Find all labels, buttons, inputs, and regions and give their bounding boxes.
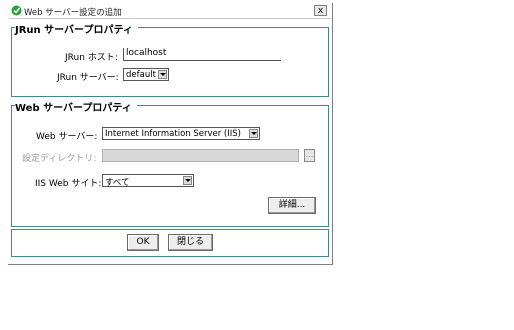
ok-button-label: OK (136, 237, 150, 247)
jrun-host-label: JRun ホスト: (65, 53, 118, 63)
close-icon: x (317, 6, 324, 16)
config-directory-input[interactable] (102, 149, 299, 162)
chevron-down-icon[interactable] (158, 70, 167, 79)
close-button[interactable]: x (314, 5, 327, 16)
web-server-value: Internet Information Server (IIS) (105, 129, 241, 139)
dialog-button-bar: OK 閉じる (11, 229, 329, 257)
details-button-label: 詳細... (278, 200, 306, 210)
web-group-legend: Web サーバープロパティ (15, 99, 137, 114)
iis-website-select[interactable]: すべて (102, 174, 194, 188)
iis-website-label: IIS Web サイト: (35, 179, 102, 189)
close-dialog-button-label: 閉じる (176, 237, 204, 247)
web-server-label: Web サーバー: (36, 132, 98, 142)
jrun-group-legend: JRun サーバープロパティ (15, 21, 138, 36)
details-button[interactable]: 詳細... (268, 197, 316, 214)
web-server-properties-group: Web サーバープロパティ Web サーバー: Internet Informa… (11, 99, 329, 227)
add-web-server-dialog: Web サーバー設定の追加 x JRun サーバープロパティ JRun ホスト:… (8, 3, 333, 265)
jrun-server-label: JRun サーバー: (57, 73, 119, 83)
title-bar: Web サーバー設定の追加 x (9, 4, 331, 19)
config-directory-browse-button[interactable]: ... (304, 149, 315, 162)
jrun-server-select[interactable]: default (123, 68, 169, 81)
chevron-down-icon[interactable] (183, 176, 192, 185)
jrun-host-value: localhost (126, 48, 167, 58)
web-server-select[interactable]: Internet Information Server (IIS) (102, 127, 260, 140)
close-dialog-button[interactable]: 閉じる (168, 234, 213, 251)
jrun-server-value: default (126, 70, 156, 80)
green-check-circle-icon (11, 5, 22, 16)
iis-website-value: すべて (105, 178, 130, 188)
ellipsis-icon: ... (305, 150, 314, 159)
ok-button[interactable]: OK (127, 234, 159, 251)
chevron-down-icon[interactable] (249, 129, 258, 138)
jrun-server-properties-group: JRun サーバープロパティ JRun ホスト: localhost JRun … (11, 21, 329, 97)
jrun-host-input[interactable]: localhost (123, 48, 281, 61)
window-title: Web サーバー設定の追加 (24, 8, 122, 18)
config-directory-label: 設定ディレクトリ: (22, 154, 97, 164)
